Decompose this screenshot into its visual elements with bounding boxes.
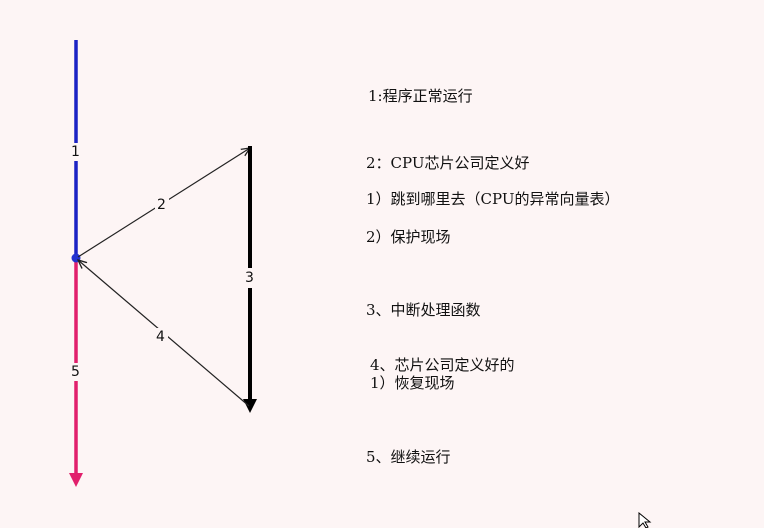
step1-number: 1	[71, 144, 80, 160]
step2-number: 2	[157, 197, 166, 213]
note-step2-title: 2：CPU芯片公司定义好	[366, 154, 530, 172]
step5-number: 5	[71, 364, 80, 380]
step3-number: 3	[245, 270, 254, 286]
step4-number: 4	[156, 329, 165, 345]
note-step1: 1:程序正常运行	[368, 87, 473, 105]
mouse-pointer-icon	[638, 512, 652, 528]
note-step2-sub2: 2）保护现场	[366, 228, 451, 246]
note-step5: 5、继续运行	[366, 448, 451, 466]
note-step3: 3、中断处理函数	[366, 301, 481, 319]
note-step2-sub1: 1）跳到哪里去（CPU的异常向量表）	[366, 190, 620, 208]
note-step4-title: 4、芯片公司定义好的	[370, 356, 515, 374]
note-step4-sub1: 1）恢复现场	[370, 374, 455, 392]
